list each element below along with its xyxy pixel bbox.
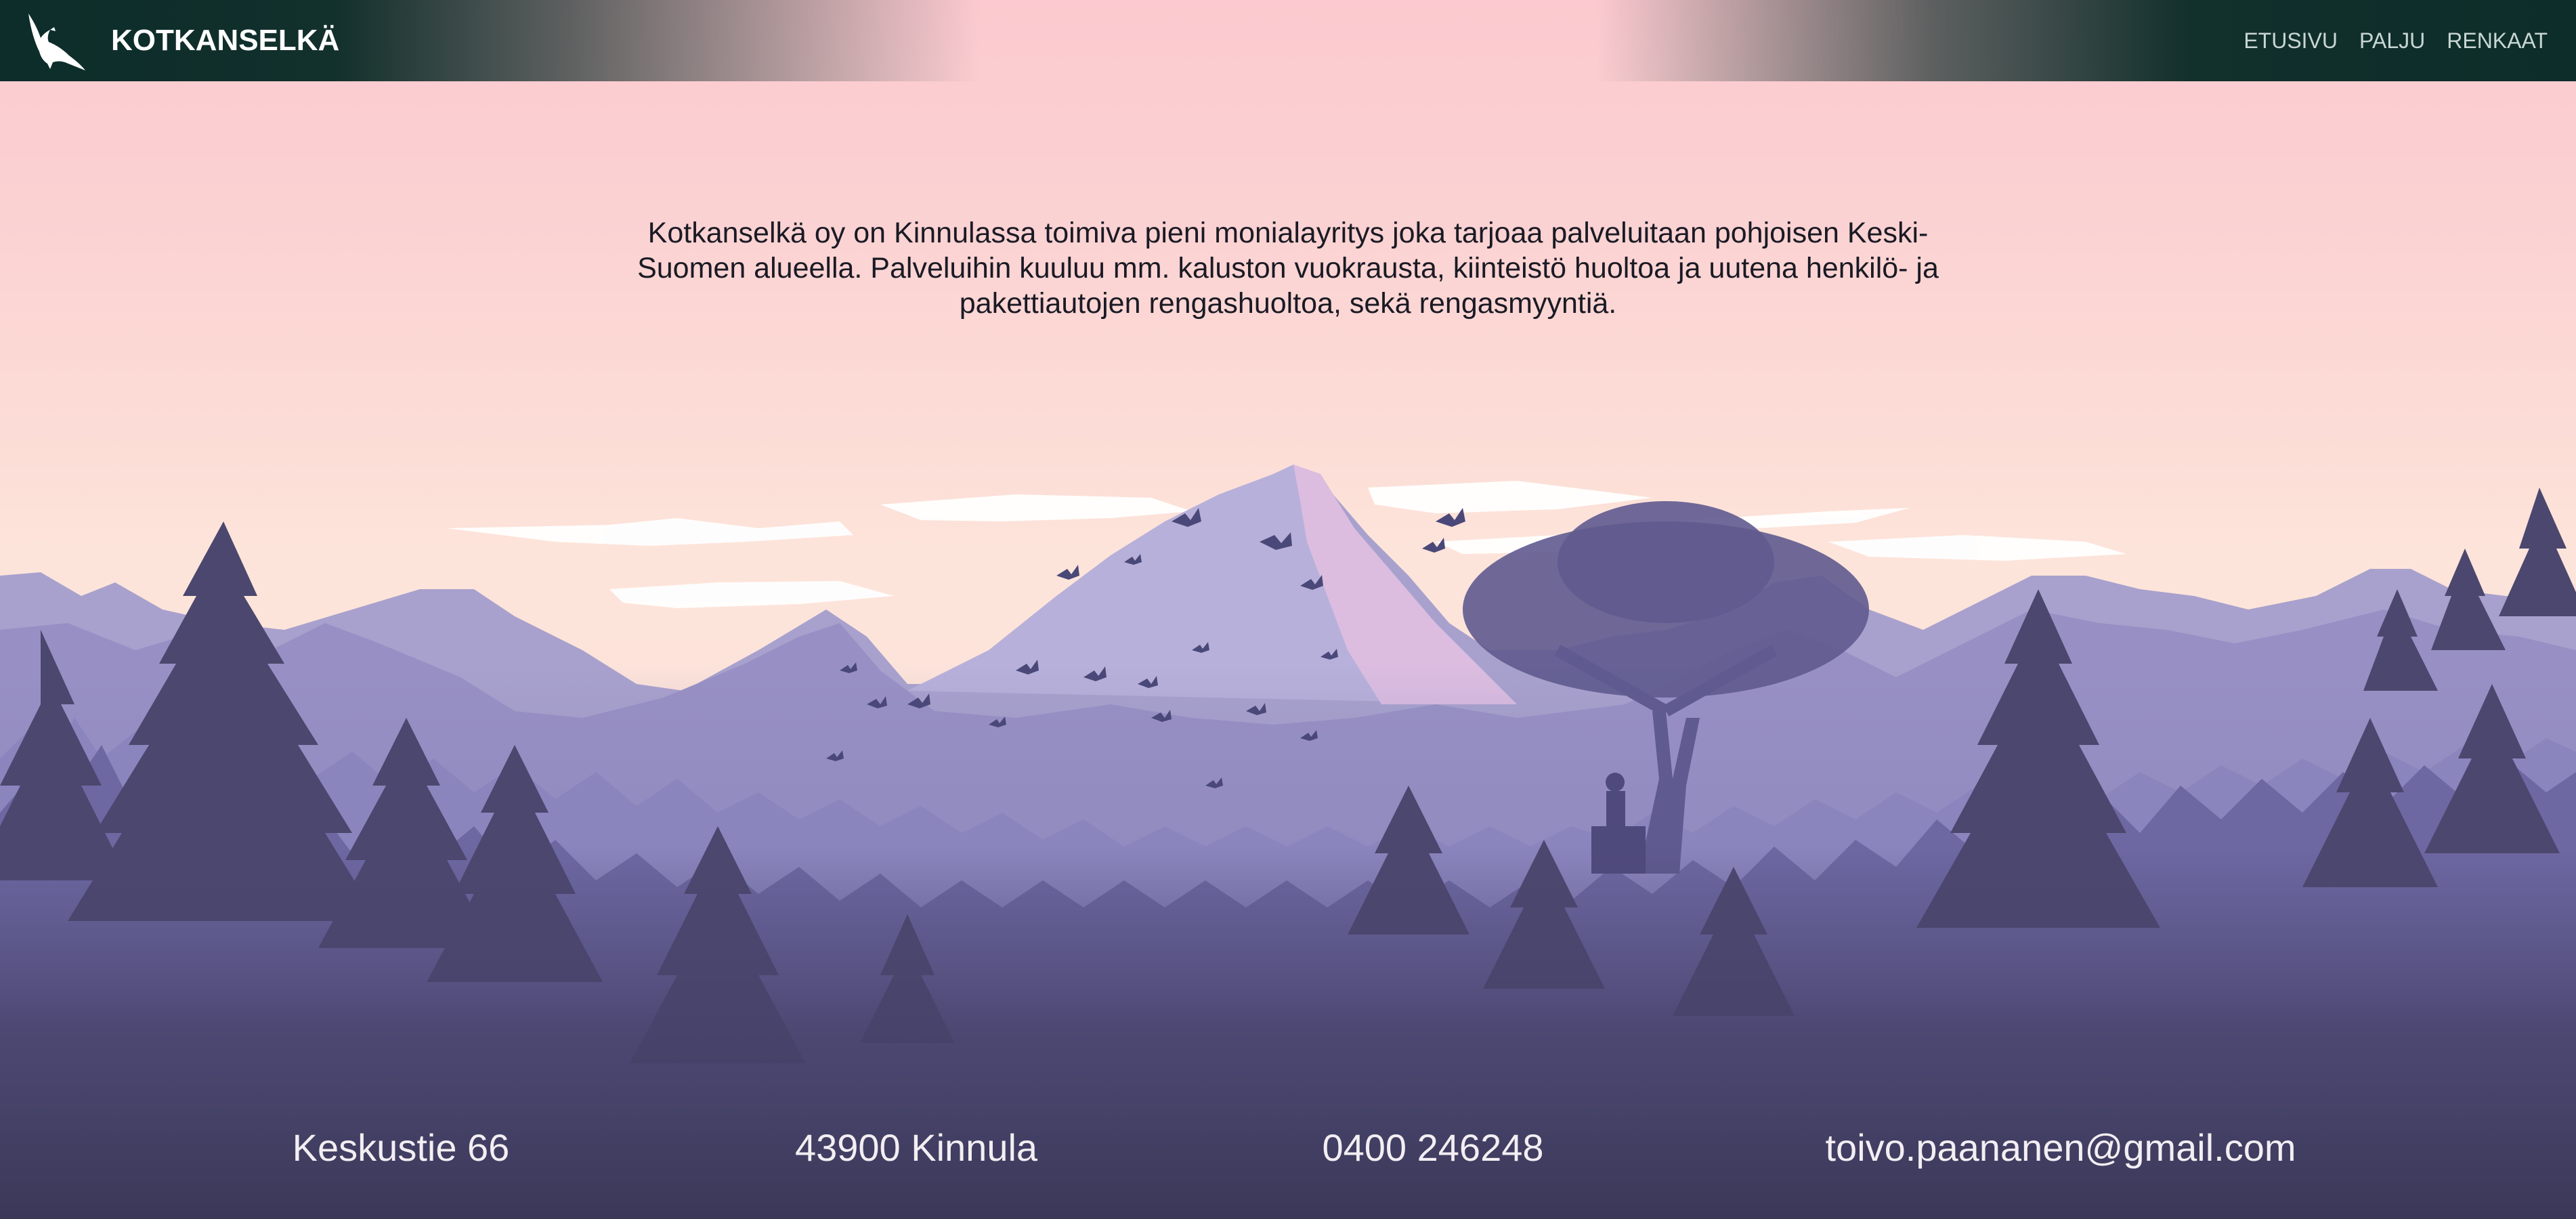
top-navbar: KOTKANSELKÄ ETUSIVU PALJU RENKAAT <box>0 0 2576 81</box>
contact-footer: Keskustie 66 43900 Kinnula 0400 246248 t… <box>0 1111 2576 1185</box>
page: KOTKANSELKÄ ETUSIVU PALJU RENKAAT Kotkan… <box>0 0 2576 1219</box>
footer-email[interactable]: toivo.paananen@gmail.com <box>1825 1124 2296 1172</box>
footer-city: 43900 Kinnula <box>794 1126 1038 1169</box>
nav-etusivu[interactable]: ETUSIVU <box>2244 24 2338 57</box>
landscape-background <box>0 465 2576 1219</box>
main-nav: ETUSIVU PALJU RENKAAT <box>2244 24 2548 57</box>
brand-name[interactable]: KOTKANSELKÄ <box>111 20 339 61</box>
intro-text: Kotkanselkä oy on Kinnulassa toimiva pie… <box>637 217 1939 320</box>
nav-palju[interactable]: PALJU <box>2359 24 2425 57</box>
eagle-icon[interactable] <box>20 7 88 74</box>
footer-address: Keskustie 66 <box>292 1126 510 1169</box>
footer-phone[interactable]: 0400 246248 <box>1322 1124 1543 1172</box>
nav-renkaat[interactable]: RENKAAT <box>2447 24 2548 57</box>
